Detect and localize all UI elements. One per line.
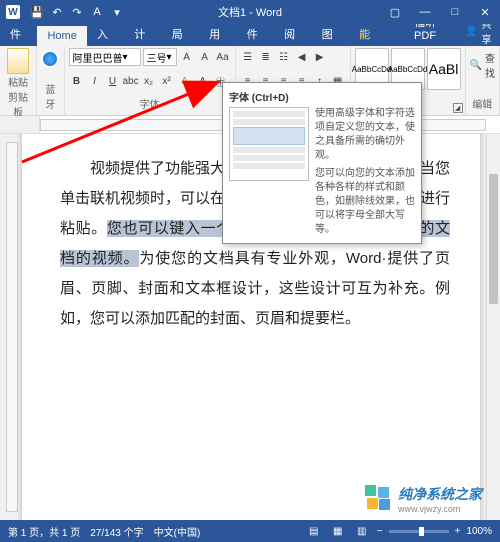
tab-home[interactable]: Home [37,26,86,46]
zoom-out-icon[interactable]: − [377,526,383,537]
maximize-icon[interactable]: □ [440,0,470,24]
italic-button[interactable]: I [87,72,103,90]
numbering-icon[interactable]: ≣ [258,48,274,66]
status-words[interactable]: 27/143 个字 [90,524,143,539]
tooltip-title: 字体 (Ctrl+D) [229,89,415,104]
find-button[interactable]: 🔍查找 [470,48,495,82]
tooltip-thumbnail [229,107,309,181]
superscript-button[interactable]: x² [159,72,175,90]
font-name-select[interactable]: 阿里巴巴普▾ [69,48,141,66]
window-title: 文档1 - Word [218,4,282,20]
bold-button[interactable]: B [69,72,85,90]
zoom-slider[interactable] [389,530,449,533]
subscript-button[interactable]: x₂ [141,72,157,90]
watermark-url: www.vjwzy.com [398,504,482,514]
grow-font-icon[interactable]: A [179,48,195,66]
font-color-icon[interactable]: A [90,5,104,19]
change-case-icon[interactable]: Aa [215,48,231,66]
ruler-vertical-gutter [0,134,22,520]
editing-group-label: 编辑 [470,96,495,113]
multilevel-icon[interactable]: ☷ [276,48,292,66]
indent-icon[interactable]: ▶ [312,48,328,66]
close-icon[interactable]: ✕ [470,0,500,24]
underline-button[interactable]: U [105,72,121,90]
style-heading1[interactable]: AaBl [427,48,461,90]
ruler-corner [0,116,40,134]
read-mode-icon[interactable]: ▤ [305,523,323,539]
paste-button[interactable] [4,48,32,74]
scrollbar-thumb[interactable] [489,174,498,304]
zoom-level[interactable]: 100% [466,526,492,537]
styles-dialog-launcher[interactable]: ◢ [453,103,463,113]
font-color-button[interactable]: A [195,72,211,90]
watermark-text: 纯净系统之家 [398,484,482,504]
font-tooltip: 字体 (Ctrl+D) 使用高级字体和字符选项自定义您的文本，使之具备所需的确切… [222,82,422,244]
font-size-select[interactable]: 三号▾ [143,48,177,66]
zoom-in-icon[interactable]: + [455,526,461,537]
watermark: 纯净系统之家 www.vjwzy.com [365,484,482,514]
user-icon[interactable]: 👤 [465,26,477,37]
undo-icon[interactable]: ↶ [50,5,64,19]
watermark-logo-icon [365,485,393,513]
highlight-icon[interactable]: A [177,72,193,90]
app-icon: W [6,5,20,19]
status-language[interactable]: 中文(中国) [154,524,201,539]
qat-more-icon[interactable]: ▾ [110,5,124,19]
tooltip-text-1: 使用高级字体和字符选项自定义您的文本，使之具备所需的确切外观。 [315,107,415,163]
scrollbar-vertical[interactable] [486,134,500,520]
status-page[interactable]: 第 1 页，共 1 页 [8,524,80,539]
strike-button[interactable]: abc [123,72,139,90]
ruler-vertical[interactable] [6,142,18,512]
outdent-icon[interactable]: ◀ [294,48,310,66]
font-group-label: 字体 [69,96,231,113]
save-icon[interactable]: 💾 [30,5,44,19]
ribbon-options-icon[interactable]: ▢ [380,0,410,24]
tooltip-text-2: 您可以向您的文本添加各种各样的样式和颜色，如删除线效果，也可以将字母全部大写等。 [315,167,415,237]
shrink-font-icon[interactable]: A [197,48,213,66]
redo-icon[interactable]: ↷ [70,5,84,19]
paste-icon [7,48,29,74]
web-layout-icon[interactable]: ▥ [353,523,371,539]
bluetooth-icon[interactable] [41,50,59,68]
print-layout-icon[interactable]: ▦ [329,523,347,539]
minimize-icon[interactable]: — [410,0,440,24]
bluetooth-label: 蓝牙 [41,81,59,113]
bullets-icon[interactable]: ☰ [240,48,256,66]
